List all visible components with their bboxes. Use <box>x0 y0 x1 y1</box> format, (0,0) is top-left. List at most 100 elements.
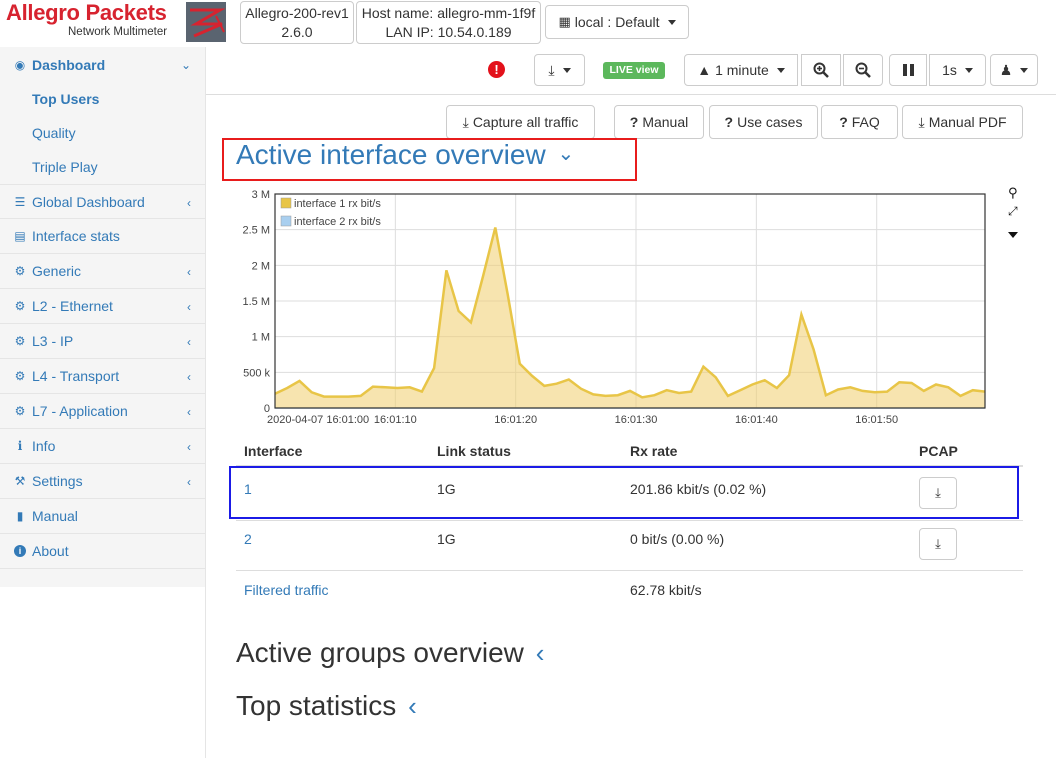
download-icon: ⤓ <box>548 61 555 78</box>
chevron-left-icon: ‹ <box>187 405 191 419</box>
table-row-divider <box>236 520 1023 521</box>
sidebar-item-label: Info <box>32 438 56 454</box>
filtered-traffic-link[interactable]: Filtered traffic <box>244 582 329 598</box>
content-divider <box>206 94 1056 95</box>
gear-icon: ⚙ <box>14 369 26 383</box>
zoom-in-icon <box>813 62 829 78</box>
sidebar-item-interface-stats[interactable]: ▤ Interface stats <box>0 219 205 254</box>
download-menu-button[interactable]: ⤓ <box>534 54 585 86</box>
gear-icon: ⚙ <box>14 404 26 418</box>
legend-swatch <box>280 215 292 227</box>
host-info: Host name: allegro-mm-1f9f LAN IP: 10.54… <box>356 1 541 44</box>
question-icon: ? <box>629 114 639 130</box>
info-circle-icon: i <box>12 545 28 557</box>
sidebar-item-top-users[interactable]: Top Users <box>0 82 205 116</box>
column-header-pcap: PCAP <box>919 443 958 459</box>
chart-collapse-icon[interactable]: ⤢ <box>1008 204 1018 219</box>
chevron-down-icon <box>776 67 785 73</box>
layout-selector[interactable]: ▦ local : Default <box>545 5 689 39</box>
sidebar-item-settings[interactable]: ⚒ Settings ‹ <box>0 464 205 499</box>
chevron-down-icon <box>562 67 571 73</box>
chevron-left-icon: ‹ <box>408 691 417 721</box>
sidebar-item-about[interactable]: i About <box>0 534 205 569</box>
chevron-left-icon: ‹ <box>187 196 191 210</box>
y-tick-label: 2.5 M <box>242 225 270 237</box>
host-name: Host name: allegro-mm-1f9f <box>361 5 536 21</box>
sidebar-item-l4-transport[interactable]: ⚙ L4 - Transport ‹ <box>0 359 205 394</box>
sidebar-item-label: Settings <box>32 473 83 489</box>
interval-label: 1s <box>942 62 957 78</box>
chevron-down-icon: ⌄ <box>180 58 191 72</box>
sidebar-item-label: Global Dashboard <box>32 193 145 210</box>
y-tick-label: 3 M <box>252 189 270 201</box>
interface-link-2[interactable]: 2 <box>244 531 252 547</box>
sidebar-item-label: L4 - Transport <box>32 368 120 384</box>
wrench-icon: ⚒ <box>14 474 26 488</box>
use-cases-button[interactable]: ? Use cases <box>709 105 818 139</box>
logo-title: Allegro Packets <box>6 0 167 25</box>
manual-button[interactable]: ? Manual <box>614 105 704 139</box>
sidebar-item-l2-ethernet[interactable]: ⚙ L2 - Ethernet ‹ <box>0 289 205 324</box>
dashboard-icon: ◉ <box>14 58 26 72</box>
capture-all-traffic-button[interactable]: ⤓ Capture all traffic <box>446 105 595 139</box>
chevron-down-icon <box>1020 67 1029 73</box>
pause-button[interactable] <box>889 54 927 86</box>
gear-icon: ⚙ <box>14 264 26 278</box>
sidebar-item-label: Interface stats <box>32 228 120 244</box>
alert-icon[interactable]: ! <box>488 61 505 78</box>
sidebar-item-manual[interactable]: ▮ Manual <box>0 499 205 534</box>
sidebar-item-label: Generic <box>32 263 82 279</box>
layout-selector-label: local : Default <box>574 14 660 30</box>
chevron-down-icon <box>964 67 973 73</box>
x-tick-label: 2020-04-07 16:01:00 <box>267 414 369 426</box>
chart-menu-caret-icon[interactable] <box>1008 226 1018 241</box>
chevron-left-icon: ‹ <box>535 638 545 668</box>
area-chart-icon: ▲ <box>697 62 712 78</box>
pause-icon <box>902 64 914 76</box>
filtered-traffic-rx: 62.78 kbit/s <box>630 582 702 598</box>
sidebar-item-global-dashboard[interactable]: ☰ Global Dashboard ‹ <box>0 184 205 219</box>
time-range-selector[interactable]: ▲ 1 minute <box>684 54 798 86</box>
chevron-left-icon: ‹ <box>187 265 191 279</box>
sidebar-item-quality[interactable]: Quality <box>0 116 205 150</box>
faq-label: FAQ <box>851 114 880 130</box>
download-icon: ⤓ <box>462 113 469 130</box>
x-tick-label: 16:01:40 <box>735 414 778 426</box>
sidebar-item-l3-ip[interactable]: ⚙ L3 - IP ‹ <box>0 324 205 359</box>
interval-selector[interactable]: 1s <box>929 54 986 86</box>
use-cases-label: Use cases <box>737 114 803 130</box>
sidebar-item-dashboard[interactable]: ◉ Dashboard ⌄ <box>0 47 205 83</box>
sidebar: ◉ Dashboard ⌄ Top Users Quality Triple P… <box>0 47 206 758</box>
info-icon: i <box>17 439 23 453</box>
y-tick-label: 1 M <box>252 332 270 344</box>
interface-rx-chart[interactable]: 0500 k1 M1.5 M2 M2.5 M3 M2020-04-07 16:0… <box>230 182 1000 432</box>
pcap-download-button-2[interactable]: ⤓ <box>919 528 957 560</box>
sidebar-item-l7-application[interactable]: ⚙ L7 - Application ‹ <box>0 394 205 429</box>
time-range-label: 1 minute <box>715 62 769 78</box>
live-view-badge[interactable]: LIVE view <box>603 62 665 79</box>
gear-icon: ⚙ <box>14 299 26 313</box>
sidebar-item-triple-play[interactable]: Triple Play <box>0 150 205 184</box>
x-tick-label: 16:01:30 <box>615 414 658 426</box>
sidebar-item-generic[interactable]: ⚙ Generic ‹ <box>0 254 205 289</box>
section-title-top-statistics[interactable]: Top statistics ‹ <box>236 690 417 722</box>
section-title-groups-overview[interactable]: Active groups overview ‹ <box>236 637 544 669</box>
y-tick-label: 500 k <box>243 367 270 379</box>
sidebar-item-label: About <box>32 543 69 559</box>
logo[interactable]: Allegro Packets Network Multimeter <box>0 0 180 44</box>
zoom-out-button[interactable] <box>843 54 883 86</box>
device-version: 2.6.0 <box>281 24 313 40</box>
chevron-left-icon: ‹ <box>187 440 191 454</box>
x-tick-label: 16:01:20 <box>494 414 537 426</box>
legend-label: interface 2 rx bit/s <box>294 216 381 228</box>
chevron-left-icon: ‹ <box>187 335 191 349</box>
chart-zoom-icon[interactable]: ⚲ <box>1008 185 1018 201</box>
faq-button[interactable]: ? FAQ <box>821 105 898 139</box>
link-status-2: 1G <box>437 531 456 547</box>
question-icon: ? <box>724 114 734 130</box>
user-menu-button[interactable]: ♟ <box>990 54 1038 86</box>
sidebar-item-info[interactable]: i Info ‹ <box>0 429 205 464</box>
zoom-in-button[interactable] <box>801 54 841 86</box>
manual-pdf-button[interactable]: ⤓ Manual PDF <box>902 105 1023 139</box>
server-icon: ☰ <box>14 194 26 209</box>
